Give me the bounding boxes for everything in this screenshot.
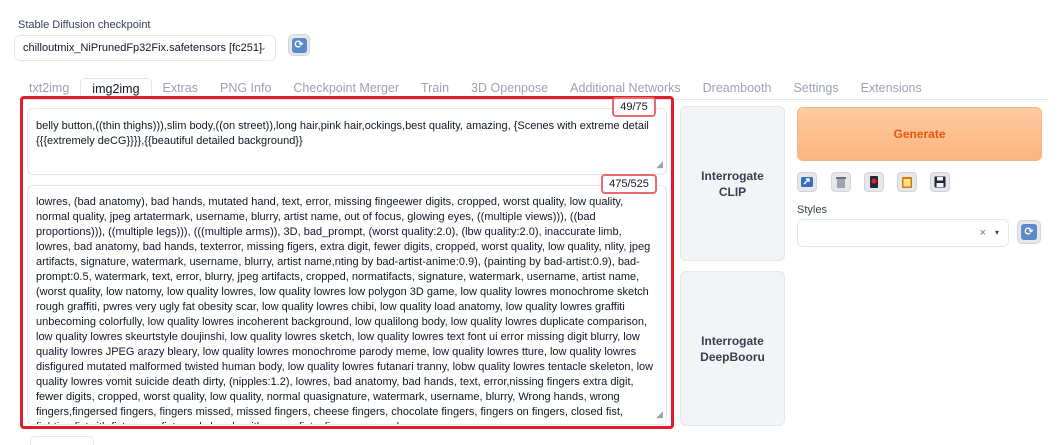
interrogate-clip-button[interactable]: Interrogate CLIP: [680, 106, 785, 261]
trash-button[interactable]: [831, 172, 851, 192]
styles-refresh-button[interactable]: ⟳: [1017, 220, 1041, 244]
extra-networks-button[interactable]: [864, 172, 884, 192]
checkpoint-refresh-button[interactable]: ⟳: [288, 34, 310, 56]
interrogate-deepbooru-button[interactable]: Interrogate DeepBooru: [680, 271, 785, 426]
styles-dropdown[interactable]: × ▾: [797, 219, 1009, 247]
refresh-icon: ⟳: [1021, 224, 1037, 240]
checkpoint-dropdown[interactable]: chilloutmix_NiPrunedFp32Fix.safetensors …: [14, 35, 276, 61]
floppy-disk-icon: [934, 176, 946, 188]
checkpoint-value: chilloutmix_NiPrunedFp32Fix.safetensors …: [23, 42, 263, 54]
clipboard-icon: [902, 177, 912, 188]
open-folder-icon: [801, 177, 813, 187]
highlight-frame: [20, 96, 674, 429]
interrogate-deepbooru-label: Interrogate DeepBooru: [700, 333, 765, 364]
save-style-button[interactable]: [930, 172, 950, 192]
tab-extensions[interactable]: Extensions: [850, 78, 933, 100]
generate-label: Generate: [893, 127, 946, 141]
red-card-icon: [870, 176, 878, 188]
trash-icon: [836, 177, 846, 188]
generation-options-panel: [792, 270, 1046, 427]
prompt-token-counter: 49/75: [612, 97, 656, 117]
apply-style-button[interactable]: [897, 172, 917, 192]
clear-icon[interactable]: ×: [980, 227, 986, 239]
interrogate-clip-label: Interrogate CLIP: [701, 168, 764, 199]
checkpoint-label: Stable Diffusion checkpoint: [18, 19, 151, 31]
bottom-tab-stub: [30, 436, 94, 445]
generate-button[interactable]: Generate: [797, 107, 1042, 161]
refresh-icon: ⟳: [291, 37, 307, 53]
chevron-down-icon: ⌄: [258, 42, 267, 53]
open-folder-button[interactable]: [797, 172, 817, 192]
tab-dreambooth[interactable]: Dreambooth: [692, 78, 783, 100]
negative-prompt-token-counter: 475/525: [601, 174, 657, 194]
chevron-down-icon[interactable]: ▾: [995, 228, 999, 237]
tab-settings[interactable]: Settings: [782, 78, 849, 100]
styles-label: Styles: [797, 204, 827, 216]
